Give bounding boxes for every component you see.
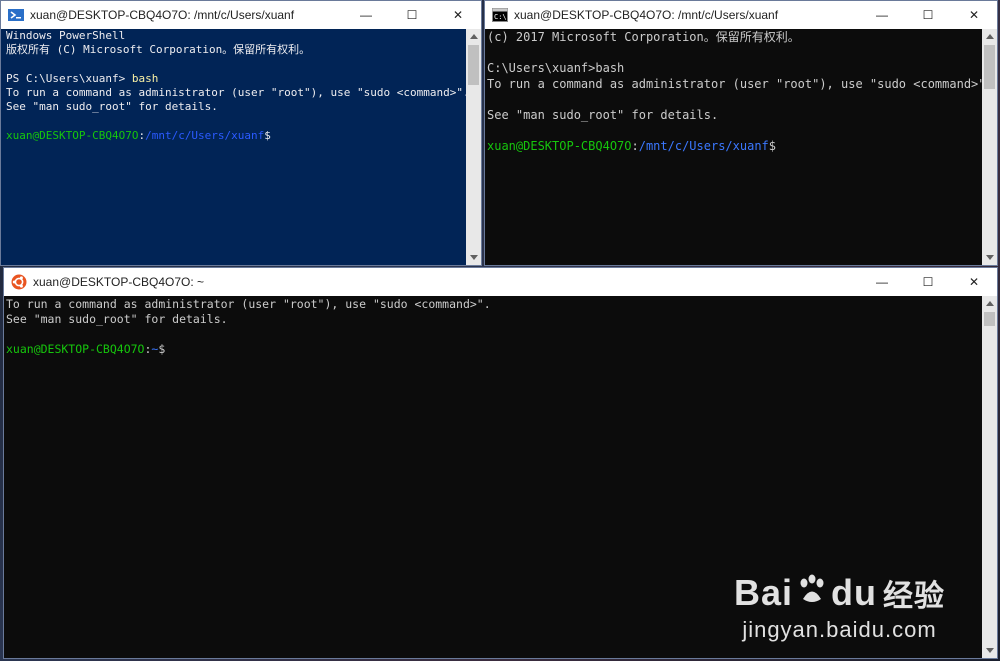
maximize-icon: ☐ xyxy=(406,8,418,22)
output-line: See "man sudo_root" for details. xyxy=(487,107,719,122)
window-title: xuan@DESKTOP-CBQ4O7O: /mnt/c/Users/xuanf xyxy=(514,8,779,22)
logo-text-left: Bai xyxy=(733,572,794,613)
minimize-button[interactable]: — xyxy=(343,1,389,29)
ubuntu-icon xyxy=(11,274,27,290)
shell-prompt: xuan@DESKTOP-CBQ4O7O:/mnt/c/Users/xuanf$ xyxy=(487,139,980,155)
maximize-icon: ☐ xyxy=(922,275,934,289)
minimize-button[interactable]: — xyxy=(859,1,905,29)
svg-text:C:\: C:\ xyxy=(494,13,507,21)
scroll-thumb[interactable] xyxy=(984,45,995,89)
maximize-icon: ☐ xyxy=(922,8,934,22)
prompt-symbol: $ xyxy=(264,129,271,143)
watermark-url: jingyan.baidu.com xyxy=(742,617,937,642)
scroll-up-icon[interactable] xyxy=(982,29,997,44)
prompt-path: /mnt/c/Users/xuanf xyxy=(638,139,769,154)
close-button[interactable]: ✕ xyxy=(951,1,997,29)
maximize-button[interactable]: ☐ xyxy=(905,268,951,296)
window-title: xuan@DESKTOP-CBQ4O7O: /mnt/c/Users/xuanf xyxy=(30,8,295,22)
powershell-window[interactable]: xuan@DESKTOP-CBQ4O7O: /mnt/c/Users/xuanf… xyxy=(0,0,482,266)
maximize-button[interactable]: ☐ xyxy=(905,1,951,29)
scroll-down-icon[interactable] xyxy=(982,643,997,658)
paw-icon xyxy=(795,572,829,615)
vertical-scrollbar[interactable] xyxy=(466,29,481,265)
ps-prompt: PS C:\Users\xuanf> xyxy=(6,71,132,85)
minimize-button[interactable]: — xyxy=(859,268,905,296)
cmd-titlebar[interactable]: C:\ xuan@DESKTOP-CBQ4O7O: /mnt/c/Users/x… xyxy=(485,1,997,29)
scroll-down-icon[interactable] xyxy=(982,250,997,265)
vertical-scrollbar[interactable] xyxy=(982,29,997,265)
maximize-button[interactable]: ☐ xyxy=(389,1,435,29)
close-button[interactable]: ✕ xyxy=(435,1,481,29)
scroll-up-icon[interactable] xyxy=(466,29,481,44)
ubuntu-titlebar[interactable]: xuan@DESKTOP-CBQ4O7O: ~ — ☐ ✕ xyxy=(4,268,997,296)
prompt-separator: : xyxy=(631,139,639,154)
command-line: C:\Users\xuanf>bash xyxy=(487,61,625,76)
powershell-titlebar[interactable]: xuan@DESKTOP-CBQ4O7O: /mnt/c/Users/xuanf… xyxy=(1,1,481,29)
output-line: (c) 2017 Microsoft Corporation。保留所有权利。 xyxy=(487,30,800,44)
shell-prompt: xuan@DESKTOP-CBQ4O7O:/mnt/c/Users/xuanf$ xyxy=(6,129,461,144)
cmd-icon: C:\ xyxy=(492,7,508,23)
cmd-window[interactable]: C:\ xuan@DESKTOP-CBQ4O7O: /mnt/c/Users/x… xyxy=(484,0,998,266)
close-icon: ✕ xyxy=(452,8,464,22)
baidu-logo: Bai du 经验 xyxy=(734,571,945,615)
scroll-up-icon[interactable] xyxy=(982,296,997,311)
close-button[interactable]: ✕ xyxy=(951,268,997,296)
minimize-icon: — xyxy=(876,275,888,289)
output-line: To run a command as administrator (user … xyxy=(487,76,982,91)
minimize-icon: — xyxy=(876,8,888,22)
scroll-thumb[interactable] xyxy=(984,312,995,326)
scroll-down-icon[interactable] xyxy=(466,250,481,265)
close-icon: ✕ xyxy=(968,8,980,22)
vertical-scrollbar[interactable] xyxy=(982,296,997,658)
output-line: 版权所有 (C) Microsoft Corporation。保留所有权利。 xyxy=(6,43,311,57)
prompt-user-host: xuan@DESKTOP-CBQ4O7O xyxy=(6,129,139,143)
minimize-icon: — xyxy=(360,8,372,22)
prompt-symbol: $ xyxy=(158,341,166,356)
scroll-thumb[interactable] xyxy=(468,45,479,85)
prompt-path: /mnt/c/Users/xuanf xyxy=(145,129,265,143)
output-line: To run a command as administrator (user … xyxy=(6,297,491,311)
logo-text-right: du xyxy=(831,572,877,613)
powershell-icon xyxy=(8,7,24,23)
command-line: PS C:\Users\xuanf> bash xyxy=(6,71,461,87)
prompt-user-host: xuan@DESKTOP-CBQ4O7O xyxy=(6,341,145,356)
prompt-symbol: $ xyxy=(768,139,777,154)
close-icon: ✕ xyxy=(968,275,980,289)
window-title: xuan@DESKTOP-CBQ4O7O: ~ xyxy=(33,275,205,289)
shell-prompt: xuan@DESKTOP-CBQ4O7O:~$ xyxy=(6,342,980,357)
prompt-user-host: xuan@DESKTOP-CBQ4O7O xyxy=(487,139,632,154)
baidu-jingyan-watermark: Bai du 经验 jingyan.baidu.com xyxy=(734,571,945,643)
terminal-output[interactable]: Windows PowerShell 版权所有 (C) Microsoft Cor… xyxy=(1,29,466,265)
logo-text-cn: 经验 xyxy=(883,580,945,613)
output-line: See "man sudo_root" for details. xyxy=(6,311,228,326)
terminal-output[interactable]: (c) 2017 Microsoft Corporation。保留所有权利。 C:… xyxy=(485,29,982,265)
command-text: bash xyxy=(131,71,159,85)
output-line: See "man sudo_root" for details. xyxy=(6,100,218,114)
output-line: To run a command as administrator (user … xyxy=(6,86,466,100)
